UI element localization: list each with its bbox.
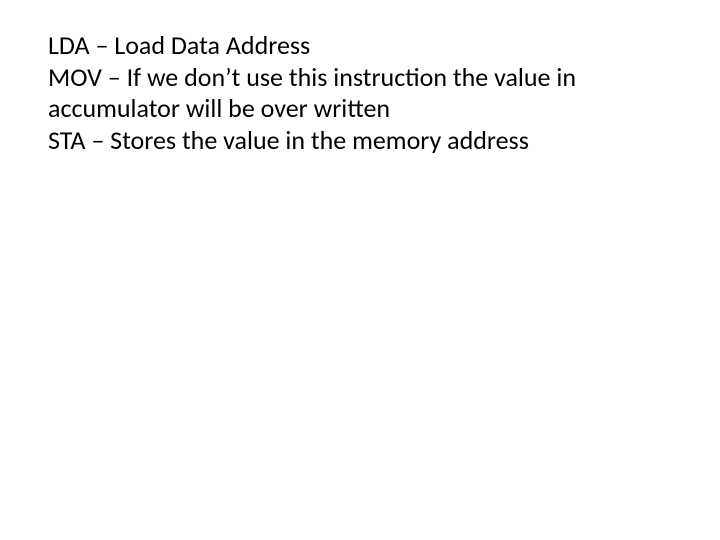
line-sta: STA – Stores the value in the memory add…	[48, 125, 672, 157]
slide-text: LDA – Load Data Address MOV – If we don’…	[48, 30, 672, 157]
line-mov: MOV – If we don’t use this instruction t…	[48, 62, 672, 125]
line-lda: LDA – Load Data Address	[48, 30, 672, 62]
slide: LDA – Load Data Address MOV – If we don’…	[0, 0, 720, 540]
